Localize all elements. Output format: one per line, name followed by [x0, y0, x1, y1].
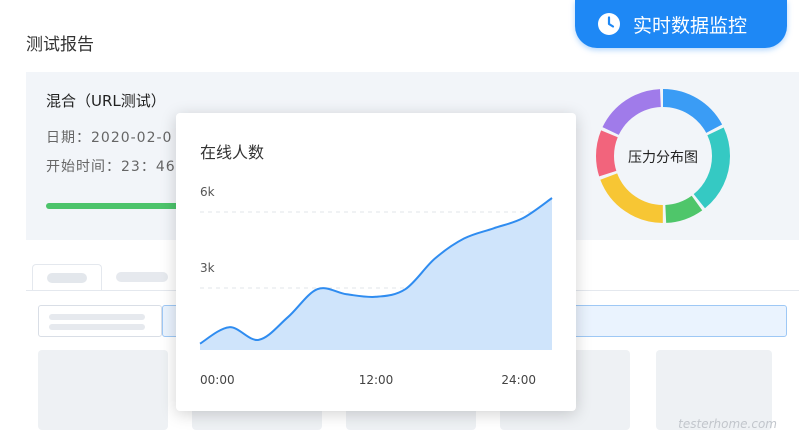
data-point — [286, 315, 290, 319]
y-tick-label: 6k — [200, 185, 215, 199]
start-time: 开始时间：23：46 — [46, 159, 176, 175]
data-point — [257, 338, 261, 342]
online-users-chart: 3k 6k 00:00 12:00 24:00 — [198, 185, 554, 387]
data-point — [345, 292, 349, 296]
report-card: 测试报告 混合（URL测试） 日期：2020-02-0 开始时间：23：46 压… — [0, 0, 799, 445]
y-tick-label: 3k — [200, 261, 215, 275]
data-point — [198, 342, 202, 346]
test-progress-fill — [46, 203, 186, 209]
watermark: testerhome.com — [678, 417, 777, 431]
series-area-fill — [200, 198, 552, 350]
data-point — [227, 325, 231, 329]
realtime-monitor-label: 实时数据监控 — [633, 14, 748, 37]
data-point — [403, 287, 407, 291]
data-point — [315, 287, 319, 291]
test-date: 日期：2020-02-0 — [46, 130, 173, 146]
scene-name: 混合（URL测试） — [46, 92, 166, 110]
x-tick-label: 12:00 — [359, 373, 394, 387]
clock-icon — [598, 13, 620, 35]
tab-placeholder-1[interactable] — [32, 264, 102, 290]
tab-placeholder-2[interactable] — [102, 264, 182, 290]
x-tick-label: 24:00 — [501, 373, 536, 387]
data-point — [491, 226, 495, 230]
online-users-popup: 在线人数 3k 6k 00:00 12:00 24:00 — [176, 113, 576, 411]
filter-input-placeholder[interactable] — [38, 305, 162, 337]
data-point — [433, 257, 437, 261]
metric-tile — [38, 350, 168, 430]
x-tick-label: 00:00 — [200, 373, 235, 387]
data-point — [521, 216, 525, 220]
data-point — [462, 237, 466, 241]
page-title: 测试报告 — [26, 35, 94, 55]
realtime-monitor-button[interactable]: 实时数据监控 — [575, 0, 787, 48]
data-point — [550, 196, 554, 200]
data-point — [374, 295, 378, 299]
donut-label: 压力分布图 — [628, 150, 698, 166]
